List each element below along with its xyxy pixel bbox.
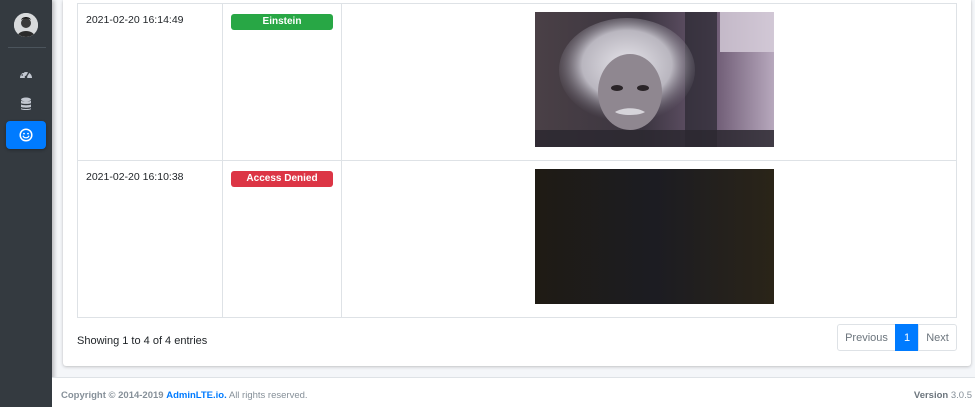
dark-camera-snapshot[interactable] [534,169,774,304]
footer-version: Version 3.0.5 [914,390,972,401]
next-page-button[interactable]: Next [918,324,957,351]
footer: Copyright © 2014-2019 AdminLTE.io. All r… [52,377,975,407]
entries-info: Showing 1 to 4 of 4 entries [77,335,208,347]
sidebar-divider [8,47,46,48]
footer-copyright: Copyright © 2014-2019 AdminLTE.io. All r… [61,390,308,401]
snapshot-cell [341,160,957,318]
database-icon [20,97,32,111]
timestamp-cell: 2021-02-20 16:14:49 [77,3,223,161]
status-cell: Access Denied [222,160,342,318]
snapshot-cell [341,3,957,161]
user-avatar[interactable] [14,13,38,37]
status-badge: Access Denied [231,171,333,187]
einstein-face-snapshot[interactable] [534,12,774,147]
table-row: 2021-02-20 16:10:38 Access Denied [77,160,957,318]
brand-link[interactable]: AdminLTE.io. [166,390,227,401]
smile-icon [19,128,33,142]
sidebar-item-database[interactable] [6,90,46,118]
timestamp-cell: 2021-02-20 16:10:38 [77,160,223,318]
sidebar [0,0,52,407]
status-cell: Einstein [222,3,342,161]
version-label: Version [913,390,949,401]
version-number: 3.0.5 [950,390,972,401]
entries-card: 2021-02-20 16:14:49 Einstein 2021-02-20 … [63,0,971,366]
copyright-text: Copyright © 2014-2019 [61,390,164,401]
pagination: Previous 1 Next [837,324,957,351]
entries-table: 2021-02-20 16:14:49 Einstein 2021-02-20 … [77,3,957,318]
status-badge: Einstein [231,14,333,30]
table-row: 2021-02-20 16:14:49 Einstein [77,3,957,161]
sidebar-item-faces[interactable] [6,121,46,149]
sidebar-item-dashboard[interactable] [6,60,46,88]
previous-page-button[interactable]: Previous [837,324,896,351]
rights-text: All rights reserved. [228,390,308,401]
dashboard-icon [19,68,33,80]
page-1-button[interactable]: 1 [895,324,919,351]
